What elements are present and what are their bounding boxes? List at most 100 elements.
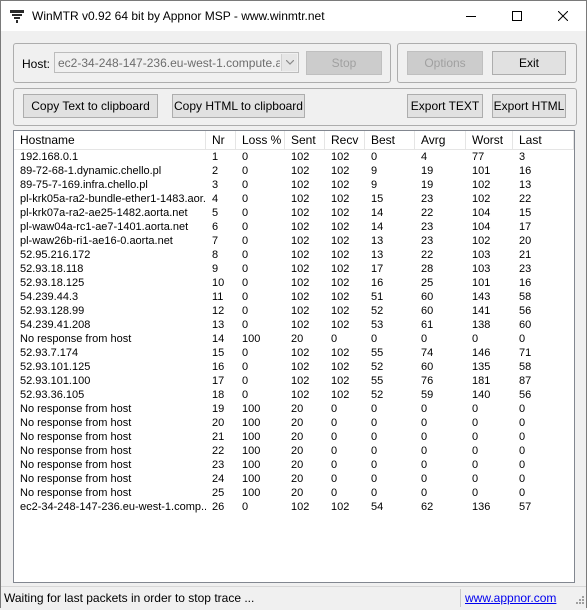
table-row[interactable]: No response from host 19 100 20 0 0 0 0 0 [14, 402, 574, 416]
cell-nr: 23 [212, 459, 225, 471]
cell-worst: 138 [472, 319, 491, 331]
table-row[interactable]: 54.239.44.3 11 0 102 102 51 60 143 58 [14, 290, 574, 304]
minimize-button[interactable] [448, 1, 494, 31]
table-row[interactable]: pl-waw26b-ri1-ae16-0.aorta.net 7 0 102 102 13… [14, 234, 574, 248]
cell-last: 17 [519, 221, 532, 233]
maximize-button[interactable] [494, 1, 540, 31]
table-row[interactable]: 52.93.7.174 15 0 102 102 55 74 146 71 [14, 346, 574, 360]
cell-hostname: 52.93.7.174 [20, 347, 79, 359]
cell-hostname: 52.93.128.99 [20, 305, 85, 317]
table-row[interactable]: 52.93.18.118 9 0 102 102 17 28 103 23 [14, 262, 574, 276]
table-row[interactable]: 52.93.101.100 17 0 102 102 55 76 181 87 [14, 374, 574, 388]
table-header: Hostname Nr Loss % Sent Recv Best Avrg Worst Las… [14, 131, 574, 150]
table-row[interactable]: ec2-34-248-147-236.eu-west-1.comp... 26 0 1… [14, 500, 574, 514]
table-row[interactable]: 89-75-7-169.infra.chello.pl 3 0 102 102 9 19 10… [14, 178, 574, 192]
exit-button-label: Exit [518, 56, 539, 70]
cell-avrg: 0 [421, 473, 428, 485]
cell-last: 20 [519, 235, 532, 247]
table-row[interactable]: No response from host 20 100 20 0 0 0 0 0 [14, 416, 574, 430]
cell-loss: 0 [242, 347, 249, 359]
cell-recv: 102 [331, 277, 350, 289]
cell-avrg: 60 [421, 291, 434, 303]
cell-best: 0 [371, 431, 378, 443]
close-icon [558, 11, 568, 21]
cell-avrg: 74 [421, 347, 434, 359]
copy-text-button[interactable]: Copy Text to clipboard [23, 94, 158, 118]
table-row[interactable]: No response from host 14 100 20 0 0 0 0 0 [14, 332, 574, 346]
appnor-link[interactable]: www.appnor.com [465, 591, 556, 605]
copy-html-button[interactable]: Copy HTML to clipboard [172, 94, 305, 118]
cell-nr: 7 [212, 235, 219, 247]
column-header-sent[interactable]: Sent [285, 131, 325, 149]
cell-hostname: No response from host [20, 403, 132, 415]
cell-recv: 102 [331, 165, 350, 177]
status-text: Waiting for last packets in order to sto… [4, 591, 255, 605]
cell-nr: 10 [212, 277, 225, 289]
cell-worst: 102 [472, 235, 491, 247]
close-button[interactable] [540, 1, 586, 31]
cell-last: 57 [519, 501, 532, 513]
cell-worst: 0 [472, 431, 479, 443]
cell-last: 58 [519, 361, 532, 373]
export-html-button[interactable]: Export HTML [492, 94, 566, 118]
cell-avrg: 59 [421, 389, 434, 401]
cell-loss: 100 [242, 459, 261, 471]
table-row[interactable]: 52.95.216.172 8 0 102 102 13 22 103 21 [14, 248, 574, 262]
cell-best: 0 [371, 473, 378, 485]
cell-loss: 0 [242, 235, 249, 247]
cell-worst: 0 [472, 417, 479, 429]
cell-hostname: 54.239.41.208 [20, 319, 91, 331]
table-row[interactable]: 54.239.41.208 13 0 102 102 53 61 138 60 [14, 318, 574, 332]
table-row[interactable]: No response from host 21 100 20 0 0 0 0 0 [14, 430, 574, 444]
table-row[interactable]: 52.93.18.125 10 0 102 102 16 25 101 16 [14, 276, 574, 290]
winmtr-window: WinMTR v0.92 64 bit by Appnor MSP - www.… [0, 0, 587, 608]
host-combobox[interactable]: ec2-34-248-147-236.eu-west-1.compute.ama… [54, 52, 299, 73]
table-row[interactable]: 52.93.128.99 12 0 102 102 52 60 141 56 [14, 304, 574, 318]
cell-hostname: pl-krk07a-ra2-ae25-1482.aorta.net [20, 207, 188, 219]
results-table[interactable]: Hostname Nr Loss % Sent Recv Best Avrg Worst Las… [13, 130, 575, 583]
chevron-down-icon[interactable] [281, 54, 297, 71]
cell-last: 56 [519, 389, 532, 401]
table-row[interactable]: 52.93.36.105 18 0 102 102 52 59 140 56 [14, 388, 574, 402]
table-row[interactable]: 89-72-68-1.dynamic.chello.pl 2 0 102 102 9 19 1… [14, 164, 574, 178]
title-bar[interactable]: WinMTR v0.92 64 bit by Appnor MSP - www.… [1, 1, 586, 31]
table-row[interactable]: pl-krk05a-ra2-bundle-ether1-1483.aor... 4… [14, 192, 574, 206]
column-header-avrg[interactable]: Avrg [415, 131, 466, 149]
cell-loss: 100 [242, 431, 261, 443]
export-text-button[interactable]: Export TEXT [407, 94, 483, 118]
column-header-recv[interactable]: Recv [325, 131, 365, 149]
cell-avrg: 0 [421, 333, 428, 345]
cell-recv: 102 [331, 375, 350, 387]
cell-loss: 0 [242, 501, 249, 513]
cell-best: 17 [371, 263, 384, 275]
cell-loss: 0 [242, 389, 249, 401]
table-row[interactable]: No response from host 23 100 20 0 0 0 0 0 [14, 458, 574, 472]
options-button[interactable]: Options [407, 51, 483, 75]
cell-last: 0 [519, 403, 526, 415]
cell-avrg: 60 [421, 361, 434, 373]
stop-button[interactable]: Stop [306, 51, 382, 75]
column-header-worst[interactable]: Worst [466, 131, 513, 149]
table-row[interactable]: No response from host 22 100 20 0 0 0 0 0 [14, 444, 574, 458]
table-row[interactable]: No response from host 24 100 20 0 0 0 0 0 [14, 472, 574, 486]
table-row[interactable]: 192.168.0.1 1 0 102 102 0 4 77 3 [14, 150, 574, 164]
table-row[interactable]: No response from host 25 100 20 0 0 0 0 0 [14, 486, 574, 500]
resize-grip-icon[interactable] [573, 595, 585, 607]
exit-button[interactable]: Exit [492, 51, 566, 75]
cell-avrg: 23 [421, 221, 434, 233]
column-header-nr[interactable]: Nr [206, 131, 236, 149]
cell-best: 0 [371, 445, 378, 457]
cell-loss: 0 [242, 375, 249, 387]
column-header-hostname[interactable]: Hostname [14, 131, 206, 149]
table-row[interactable]: 52.93.101.125 16 0 102 102 52 60 135 58 [14, 360, 574, 374]
table-row[interactable]: pl-krk07a-ra2-ae25-1482.aorta.net 5 0 102 10… [14, 206, 574, 220]
cell-hostname: 89-75-7-169.infra.chello.pl [20, 179, 148, 191]
cell-avrg: 76 [421, 375, 434, 387]
table-row[interactable]: pl-waw04a-rc1-ae7-1401.aorta.net 6 0 102 102… [14, 220, 574, 234]
cell-worst: 103 [472, 249, 491, 261]
column-header-loss[interactable]: Loss % [236, 131, 285, 149]
cell-last: 3 [519, 151, 526, 163]
cell-nr: 25 [212, 487, 225, 499]
column-header-last[interactable]: Last [513, 131, 574, 149]
column-header-best[interactable]: Best [365, 131, 415, 149]
